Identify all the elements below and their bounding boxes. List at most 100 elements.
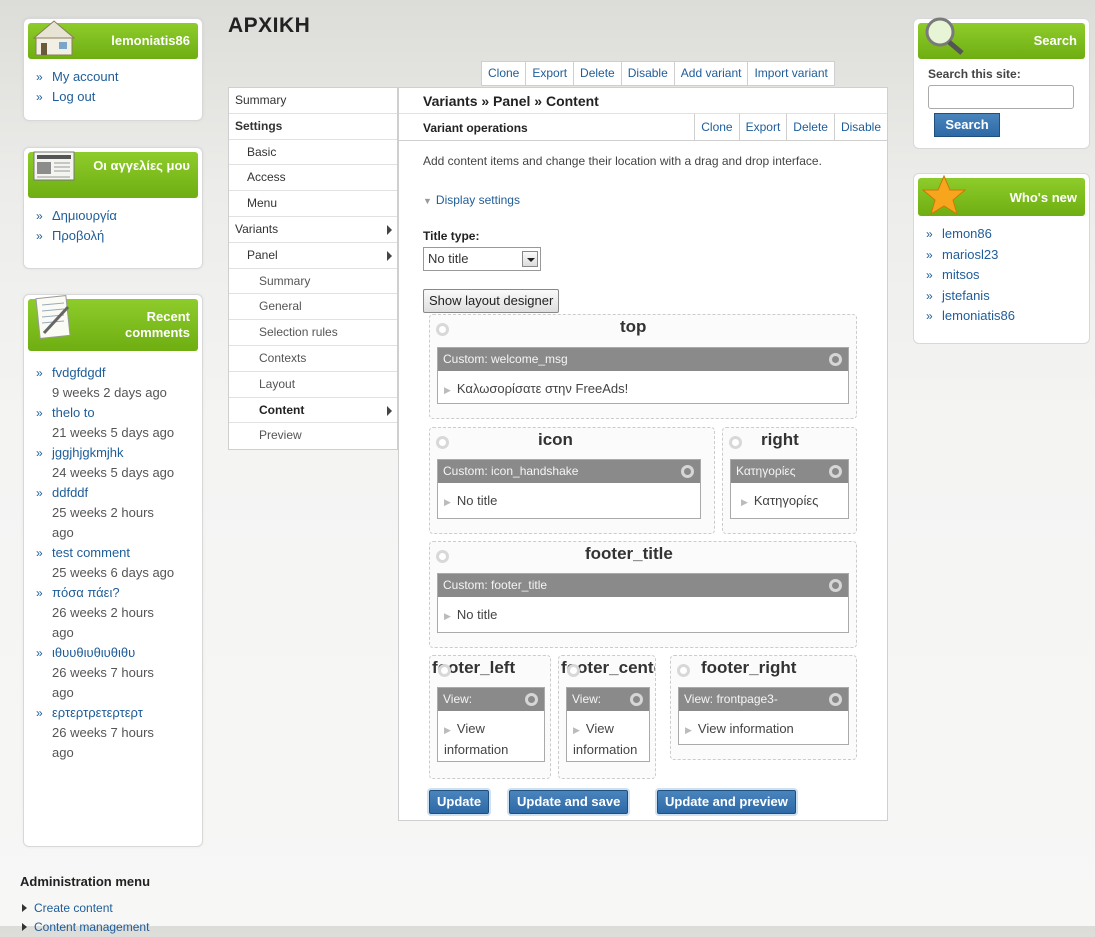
pane-header[interactable]: Κατηγορίες — [731, 460, 848, 483]
pane-categories[interactable]: Κατηγορίες ▶ Κατηγορίες — [730, 459, 849, 519]
region-icon[interactable]: icon Custom: icon_handshake ▶ No title — [429, 427, 715, 534]
gear-icon[interactable] — [436, 550, 449, 563]
gear-icon[interactable] — [525, 693, 538, 706]
nav-panel-summary[interactable]: Summary — [229, 269, 397, 295]
comment-title[interactable]: ddfddf — [52, 485, 88, 500]
create-ad-link[interactable]: Δημιουργία — [36, 206, 194, 226]
pane-welcome-msg[interactable]: Custom: welcome_msg ▶ Καλωσορίσατε στην F… — [437, 347, 849, 404]
pane-header[interactable]: Custom: icon_handshake — [438, 460, 700, 483]
region-footer-center[interactable]: footer_cente View: ▶ View information — [558, 655, 656, 779]
user-link[interactable]: lemoniatis86 — [926, 306, 1083, 327]
region-footer-title[interactable]: footer_title Custom: footer_title ▶ No ti… — [429, 541, 857, 648]
comment-item[interactable]: ddfddf 25 weeks 2 hours ago — [36, 483, 176, 543]
user-link[interactable]: lemon86 — [926, 224, 1083, 245]
tab-clone[interactable]: Clone — [482, 62, 525, 85]
gear-icon[interactable] — [729, 436, 742, 449]
comment-title[interactable]: ιθυυθιυθιυθιθυ — [52, 645, 135, 660]
user-name[interactable]: lemoniatis86 — [942, 308, 1015, 323]
pane-header[interactable]: View: — [438, 688, 544, 711]
tab-delete[interactable]: Delete — [573, 62, 621, 85]
gear-icon[interactable] — [829, 353, 842, 366]
nav-layout[interactable]: Layout — [229, 372, 397, 398]
nav-variants[interactable]: Variants — [229, 217, 397, 243]
update-button[interactable]: Update — [429, 790, 490, 814]
display-settings-label[interactable]: Display settings — [436, 193, 520, 207]
nav-settings[interactable]: Settings — [229, 114, 397, 140]
user-link[interactable]: jstefanis — [926, 286, 1083, 307]
nav-panel[interactable]: Panel — [229, 243, 397, 269]
my-account-label[interactable]: My account — [52, 69, 118, 84]
nav-content[interactable]: Content — [229, 398, 397, 424]
op-delete[interactable]: Delete — [786, 114, 834, 140]
comment-item[interactable]: thelo to 21 weeks 5 days ago — [36, 403, 176, 443]
search-input[interactable] — [928, 85, 1074, 109]
log-out-link[interactable]: Log out — [36, 87, 194, 107]
gear-icon[interactable] — [829, 693, 842, 706]
comment-title[interactable]: ερτερτρετερτερτ — [52, 705, 143, 720]
pane-header[interactable]: Custom: footer_title — [438, 574, 848, 597]
nav-preview[interactable]: Preview — [229, 423, 397, 449]
chevron-down-icon[interactable] — [522, 251, 538, 267]
pane-view-frontpage[interactable]: View: frontpage3- ▶ View information — [678, 687, 849, 745]
nav-basic[interactable]: Basic — [229, 140, 397, 166]
gear-icon[interactable] — [677, 664, 690, 677]
comment-item[interactable]: ερτερτρετερτερτ 26 weeks 7 hours ago — [36, 703, 176, 763]
gear-icon[interactable] — [829, 465, 842, 478]
update-and-preview-button[interactable]: Update and preview — [657, 790, 796, 814]
region-footer-left[interactable]: footer_left View: ▶ View information — [429, 655, 551, 779]
comment-title[interactable]: πόσα πάει? — [52, 585, 120, 600]
user-name[interactable]: mariosl23 — [942, 247, 998, 262]
user-link[interactable]: mariosl23 — [926, 245, 1083, 266]
view-ads-label[interactable]: Προβολή — [52, 228, 104, 243]
nav-access[interactable]: Access — [229, 165, 397, 192]
pane-header[interactable]: Custom: welcome_msg — [438, 348, 848, 371]
log-out-label[interactable]: Log out — [52, 89, 95, 104]
nav-general[interactable]: General — [229, 294, 397, 321]
search-button[interactable]: Search — [934, 113, 1000, 137]
comment-title[interactable]: fvdgfdgdf — [52, 365, 106, 380]
pane-icon-handshake[interactable]: Custom: icon_handshake ▶ No title — [437, 459, 701, 519]
tab-import-variant[interactable]: Import variant — [747, 62, 833, 85]
pane-footer-title[interactable]: Custom: footer_title ▶ No title — [437, 573, 849, 633]
view-ads-link[interactable]: Προβολή — [36, 226, 194, 246]
gear-icon[interactable] — [630, 693, 643, 706]
gear-icon[interactable] — [438, 664, 451, 677]
comment-item[interactable]: test comment 25 weeks 6 days ago — [36, 543, 176, 583]
user-name[interactable]: mitsos — [942, 267, 980, 282]
comment-title[interactable]: thelo to — [52, 405, 95, 420]
nav-selection-rules[interactable]: Selection rules — [229, 320, 397, 346]
pane-header[interactable]: View: frontpage3- — [679, 688, 848, 711]
comment-item[interactable]: jggjhjgkmjhk 24 weeks 5 days ago — [36, 443, 176, 483]
comment-item[interactable]: πόσα πάει? 26 weeks 2 hours ago — [36, 583, 176, 643]
comment-item[interactable]: fvdgfdgdf 9 weeks 2 days ago — [36, 363, 194, 403]
op-export[interactable]: Export — [738, 114, 787, 140]
content-management-link[interactable]: Content management — [20, 918, 149, 937]
user-link[interactable]: mitsos — [926, 265, 1083, 286]
nav-contexts[interactable]: Contexts — [229, 346, 397, 372]
op-clone[interactable]: Clone — [694, 114, 738, 140]
tab-add-variant[interactable]: Add variant — [673, 62, 748, 85]
user-name[interactable]: jstefanis — [942, 288, 990, 303]
nav-summary[interactable]: Summary — [229, 88, 397, 114]
title-type-select[interactable]: No title — [423, 247, 541, 271]
comment-item[interactable]: ιθυυθιυθιυθιθυ 26 weeks 7 hours ago — [36, 643, 176, 703]
show-layout-designer-button[interactable]: Show layout designer — [423, 289, 560, 313]
create-content-link[interactable]: Create content — [20, 899, 149, 918]
op-disable[interactable]: Disable — [833, 114, 887, 140]
comment-title[interactable]: jggjhjgkmjhk — [52, 445, 124, 460]
region-top[interactable]: top Custom: welcome_msg ▶ Καλωσορίσατε στ… — [429, 314, 857, 419]
display-settings-toggle[interactable]: ▼ Display settings — [423, 193, 520, 207]
gear-icon[interactable] — [567, 664, 580, 677]
gear-icon[interactable] — [681, 465, 694, 478]
pane-view-center[interactable]: View: ▶ View information — [566, 687, 650, 762]
region-right[interactable]: right Κατηγορίες ▶ Κατηγορίες — [722, 427, 857, 534]
update-and-save-button[interactable]: Update and save — [509, 790, 629, 814]
pane-view-left[interactable]: View: ▶ View information — [437, 687, 545, 762]
tab-export[interactable]: Export — [525, 62, 573, 85]
tab-disable[interactable]: Disable — [620, 62, 674, 85]
comment-title[interactable]: test comment — [52, 545, 130, 560]
gear-icon[interactable] — [436, 323, 449, 336]
my-account-link[interactable]: My account — [36, 67, 194, 87]
gear-icon[interactable] — [436, 436, 449, 449]
create-ad-label[interactable]: Δημιουργία — [52, 208, 117, 223]
